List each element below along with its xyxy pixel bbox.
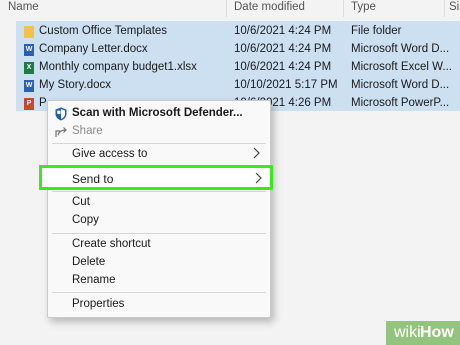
menu-item-rename[interactable]: Rename [48, 270, 270, 291]
column-type[interactable]: Type [351, 1, 376, 13]
column-name[interactable]: Name [8, 1, 39, 13]
menu-separator [52, 292, 266, 293]
file-date: 10/6/2021 4:24 PM [234, 43, 332, 55]
file-name: P [39, 97, 47, 109]
chevron-right-icon [253, 147, 260, 159]
menu-item-send-to[interactable]: Send to [39, 165, 273, 190]
menu-item-label: Cut [72, 196, 90, 208]
column-header: Name Date modified Type Siz [0, 0, 460, 17]
file-date: 10/6/2021 4:24 PM [234, 25, 332, 37]
file-type: Microsoft PowerP... [351, 97, 450, 109]
word-icon: W [24, 80, 34, 92]
menu-item-label: Scan with Microsoft Defender... [72, 107, 243, 119]
file-type: Microsoft Word D... [351, 43, 450, 55]
file-name: Monthly company budget1.xlsx [39, 61, 197, 73]
column-divider[interactable] [444, 0, 445, 17]
menu-item-properties[interactable]: Properties [48, 294, 270, 315]
menu-item-label: Copy [72, 214, 99, 226]
chevron-right-icon [255, 172, 262, 184]
file-row[interactable]: W My Story.docx 10/10/2021 5:17 PM Micro… [0, 77, 460, 95]
column-divider[interactable] [343, 0, 344, 17]
menu-item-label: Share [72, 125, 103, 137]
context-menu: Scan with Microsoft Defender... Share Gi… [39, 100, 273, 318]
share-icon [55, 127, 67, 137]
file-row[interactable]: Custom Office Templates 10/6/2021 4:24 P… [0, 23, 460, 41]
column-divider[interactable] [226, 0, 227, 17]
watermark-text: wiki [394, 324, 421, 341]
file-row[interactable]: X Monthly company budget1.xlsx 10/6/2021… [0, 59, 460, 77]
column-date-modified[interactable]: Date modified [234, 1, 305, 13]
file-type: Microsoft Excel W... [351, 61, 452, 73]
watermark-text: How [420, 324, 454, 341]
menu-item-give-access[interactable]: Give access to [48, 144, 270, 165]
file-name: Custom Office Templates [39, 25, 168, 37]
file-type: File folder [351, 25, 402, 37]
excel-icon: X [24, 62, 34, 74]
file-name: Company Letter.docx [39, 43, 148, 55]
word-icon: W [24, 44, 34, 56]
file-name: My Story.docx [39, 79, 111, 91]
folder-icon [24, 26, 34, 38]
defender-shield-icon [55, 107, 67, 121]
file-type: Microsoft Word D... [351, 79, 450, 91]
menu-item-label: Rename [72, 274, 116, 286]
menu-item-label: Give access to [72, 148, 148, 160]
menu-item-label: Create shortcut [72, 238, 151, 250]
file-date: 10/6/2021 4:24 PM [234, 61, 332, 73]
column-size[interactable]: Siz [449, 1, 460, 13]
menu-item-label: Properties [72, 298, 125, 310]
menu-item-label: Delete [72, 256, 106, 268]
menu-item-share[interactable]: Share [48, 121, 270, 142]
file-row[interactable]: W Company Letter.docx 10/6/2021 4:24 PM … [0, 41, 460, 59]
powerpoint-icon: P [24, 98, 34, 110]
file-date: 10/10/2021 5:17 PM [234, 79, 338, 91]
menu-item-copy[interactable]: Copy [48, 210, 270, 231]
wikihow-watermark: wiki How [386, 321, 460, 345]
menu-item-label: Send to [72, 172, 114, 186]
